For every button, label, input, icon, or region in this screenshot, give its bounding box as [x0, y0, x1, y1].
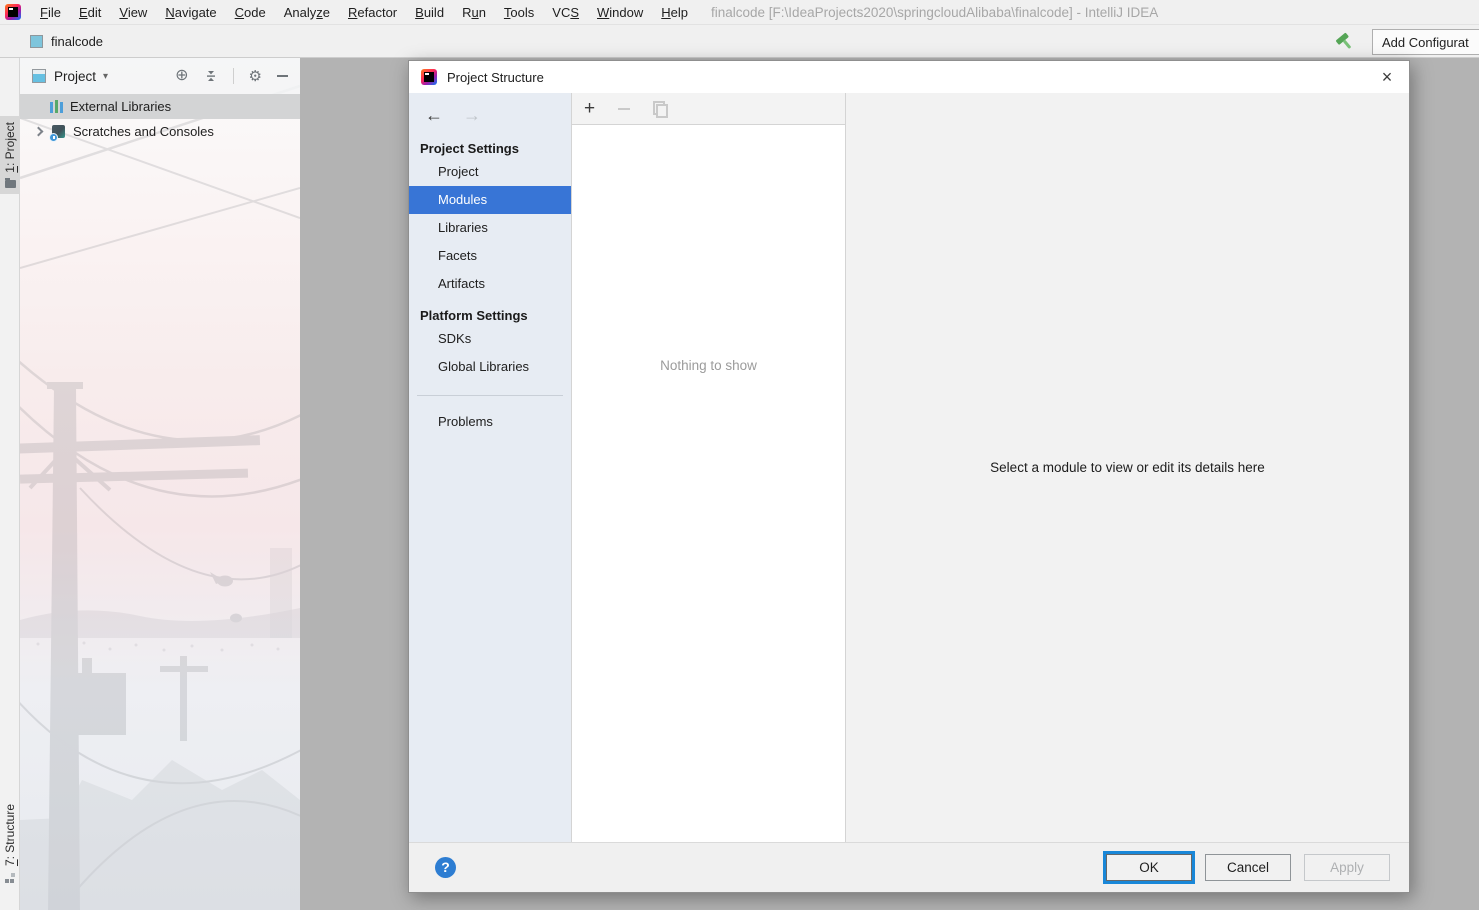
intellij-logo-icon [421, 69, 437, 85]
dialog-title: Project Structure [447, 69, 544, 85]
add-configuration-button[interactable]: Add Configurat [1372, 29, 1479, 55]
menu-refactor[interactable]: Refactor [339, 0, 406, 25]
external-libraries-icon [50, 100, 63, 113]
nav-item-libraries[interactable]: Libraries [409, 214, 571, 242]
nav-header-project-settings: Project Settings [420, 141, 519, 156]
collapse-all-icon[interactable] [204, 69, 218, 83]
stripe-tab-structure-label: 7: Structure [3, 804, 17, 867]
chevron-down-icon[interactable]: ▾ [103, 71, 108, 82]
tree-row-external-libraries[interactable]: External Libraries [20, 94, 300, 119]
menu-tools[interactable]: Tools [495, 0, 543, 25]
menu-edit[interactable]: Edit [70, 0, 110, 25]
details-empty-text: Select a module to view or edit its deta… [990, 460, 1265, 475]
wallpaper-image [20, 84, 300, 910]
project-tool-window: Project ▾ ⊕ ⚙ External Libraries Scratch… [20, 58, 300, 910]
menu-file[interactable]: File [31, 0, 70, 25]
nav-item-project[interactable]: Project [409, 158, 571, 186]
menu-vcs[interactable]: VCS [543, 0, 588, 25]
stripe-tab-project-label: 1: Project [3, 122, 17, 173]
nav-item-problems[interactable]: Problems [409, 408, 571, 436]
nav-item-modules[interactable]: Modules [409, 186, 571, 214]
nav-item-facets[interactable]: Facets [409, 242, 571, 270]
menu-code[interactable]: Code [226, 0, 275, 25]
help-icon[interactable]: ? [435, 857, 456, 878]
remove-icon [618, 107, 631, 110]
nav-separator [417, 395, 563, 396]
menu-window[interactable]: Window [588, 0, 652, 25]
module-details-panel: Select a module to view or edit its deta… [846, 93, 1409, 842]
list-toolbar: + [572, 93, 845, 125]
menu-bar: File Edit View Navigate Code Analyze Ref… [0, 0, 1479, 25]
menu-build[interactable]: Build [406, 0, 453, 25]
scratches-icon [49, 124, 66, 142]
dialog-footer: ? OK Cancel Apply [409, 842, 1409, 892]
gear-icon[interactable]: ⚙ [249, 69, 262, 84]
nav-item-artifacts[interactable]: Artifacts [409, 270, 571, 298]
cancel-button[interactable]: Cancel [1205, 854, 1291, 881]
nav-item-sdks[interactable]: SDKs [409, 325, 571, 353]
project-panel-title[interactable]: Project [54, 69, 96, 84]
project-module-icon [30, 34, 43, 48]
intellij-logo-icon [5, 4, 21, 20]
tree-label: Scratches and Consoles [73, 124, 214, 139]
tree-row-scratches[interactable]: Scratches and Consoles [20, 119, 300, 144]
tool-window-stripe: 1: Project 7: Structure vorites [0, 58, 20, 910]
add-icon[interactable]: + [584, 99, 595, 118]
ok-button[interactable]: OK [1106, 854, 1192, 881]
dialog-titlebar[interactable]: Project Structure × [409, 61, 1409, 93]
menu-run[interactable]: Run [453, 0, 495, 25]
copy-icon [653, 101, 669, 118]
close-icon[interactable]: × [1375, 65, 1399, 89]
apply-button: Apply [1304, 854, 1390, 881]
toolbar-divider [232, 68, 234, 84]
nav-header-platform-settings: Platform Settings [420, 308, 528, 323]
build-hammer-icon[interactable] [1335, 32, 1355, 52]
project-panel-header: Project ▾ ⊕ ⚙ [20, 58, 300, 94]
locate-file-icon[interactable]: ⊕ [175, 68, 188, 84]
stripe-tab-project[interactable]: 1: Project [0, 116, 20, 194]
project-view-icon [32, 69, 46, 83]
tree-label: External Libraries [70, 99, 172, 114]
menu-view[interactable]: View [110, 0, 156, 25]
menu-help[interactable]: Help [652, 0, 697, 25]
forward-arrow-icon: → [463, 104, 481, 125]
project-breadcrumb[interactable]: finalcode [30, 25, 103, 57]
stripe-tab-structure[interactable]: 7: Structure [0, 798, 20, 889]
modules-list-panel: + Nothing to show [571, 93, 846, 842]
back-arrow-icon[interactable]: ← [425, 105, 443, 126]
list-empty-text: Nothing to show [660, 358, 757, 373]
project-structure-dialog: Project Structure × ← → Project Settings… [408, 60, 1410, 893]
structure-icon [5, 873, 15, 884]
intellij-window: File Edit View Navigate Code Analyze Ref… [0, 0, 1479, 910]
chevron-right-icon [33, 126, 43, 137]
project-breadcrumb-label: finalcode [51, 33, 104, 49]
nav-item-global-libraries[interactable]: Global Libraries [409, 353, 571, 381]
run-toolbar: finalcode [0, 25, 1479, 58]
window-title: finalcode [F:\IdeaProjects2020\springclo… [711, 4, 1159, 20]
menu-analyze[interactable]: Analyze [275, 0, 339, 25]
project-folder-icon [4, 177, 16, 188]
menu-navigate[interactable]: Navigate [156, 0, 225, 25]
dialog-nav-panel: ← → Project Settings Project Modules Lib… [409, 93, 571, 842]
hide-panel-icon[interactable] [277, 75, 288, 77]
